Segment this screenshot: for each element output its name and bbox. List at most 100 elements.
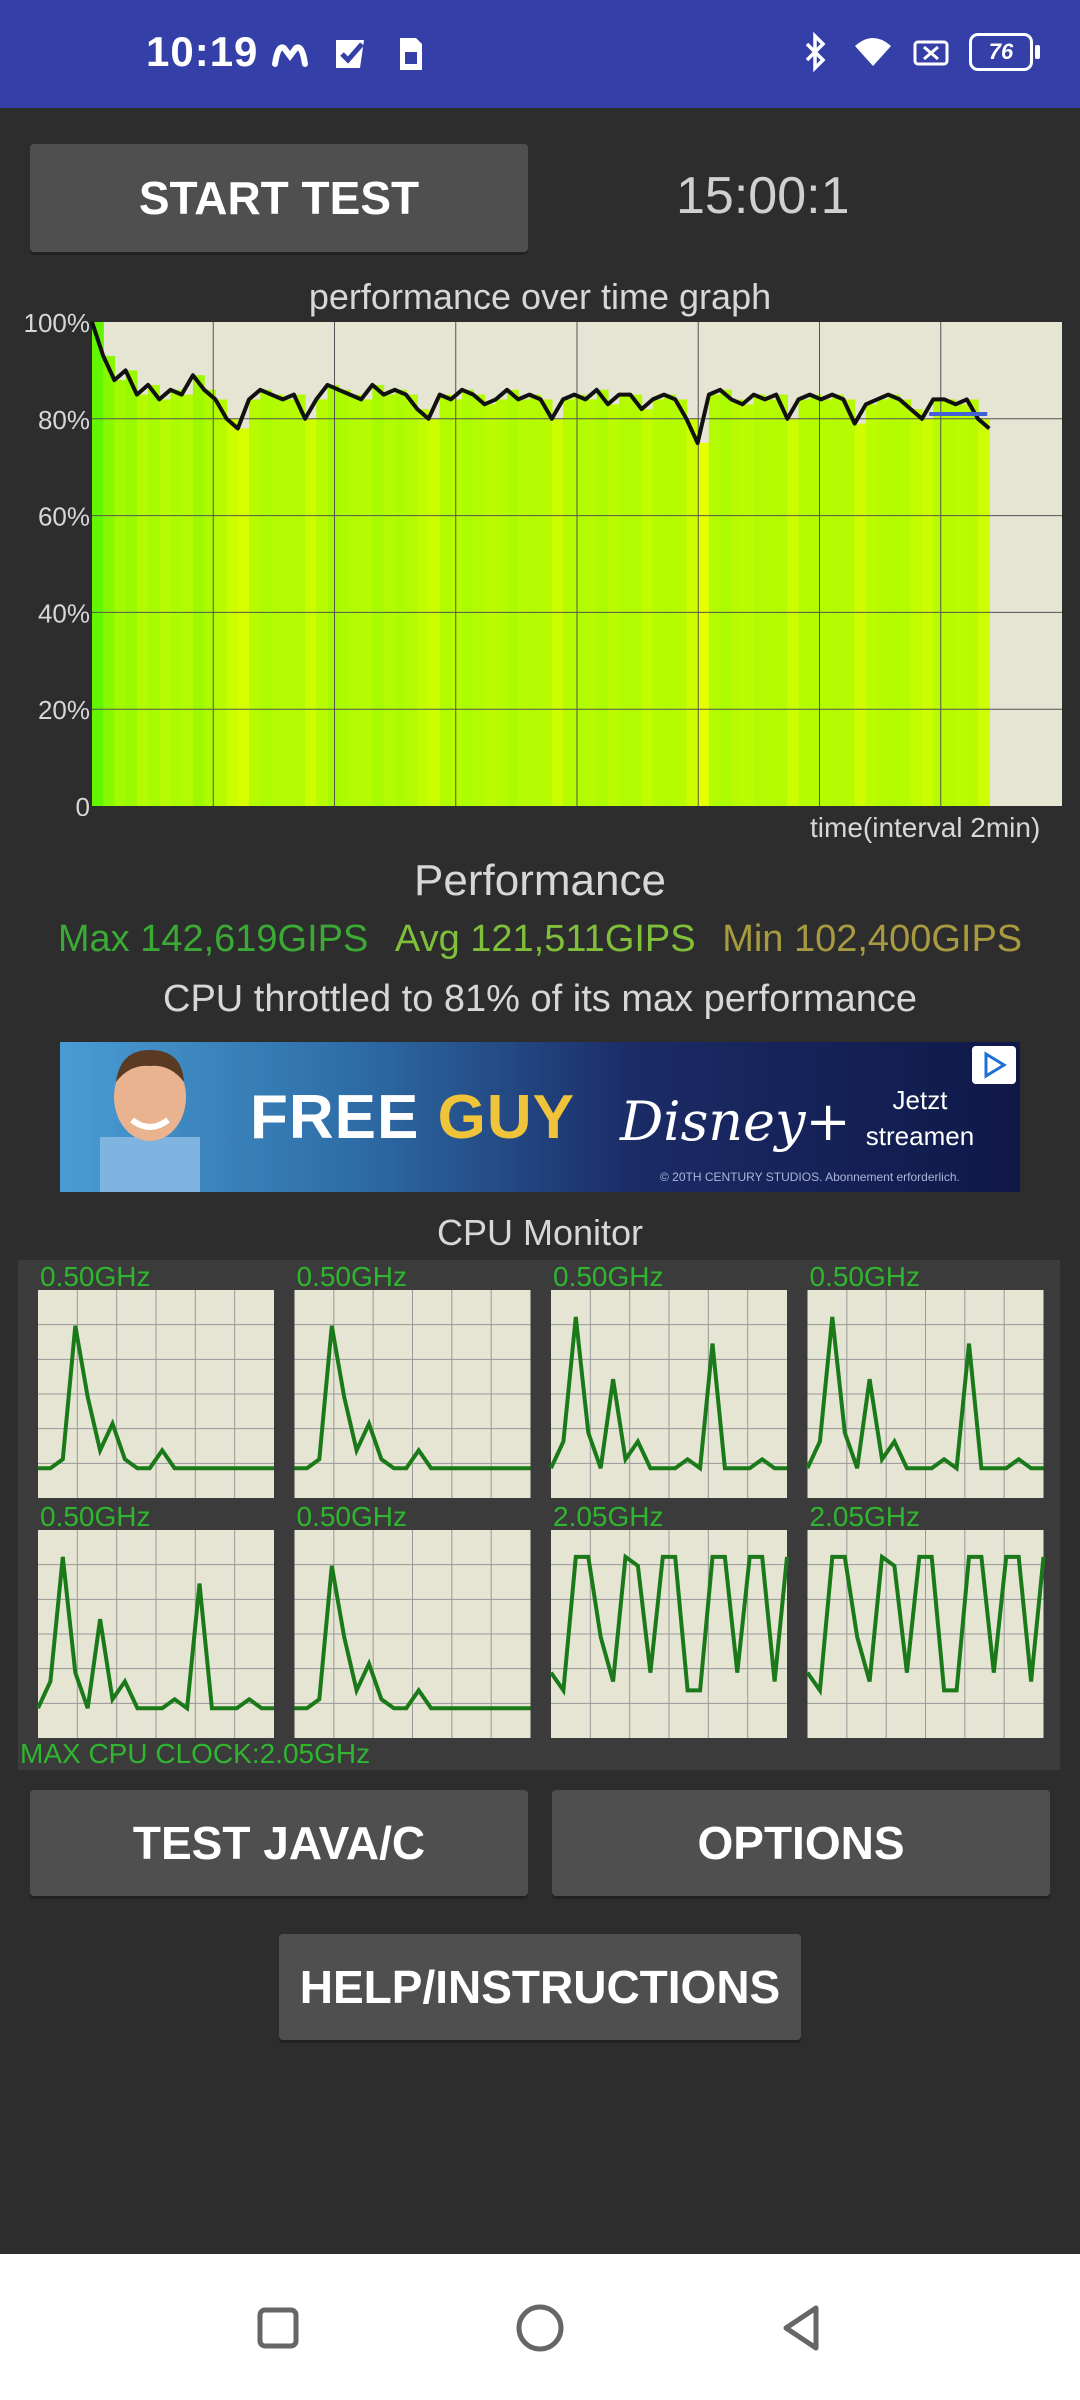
performance-bar [540,399,553,806]
performance-bar [103,355,116,806]
max-gips: Max 142,619GIPS [57,918,369,960]
performance-bar [910,409,923,806]
ad-headline: FREE GUY [250,1083,575,1152]
performance-bar [271,394,284,806]
ad-banner[interactable]: FREE GUY Disney+ Jetzt streamen © 20TH C… [60,1042,1020,1192]
check-flag-icon [336,40,364,68]
ad-fine-print: © 20TH CENTURY STUDIOS. Abonnement erfor… [660,1170,960,1184]
performance-bar [215,399,228,806]
performance-bar [574,394,587,806]
graph-time-label: time(interval 2min) [810,812,1041,843]
status-bar: 10:19 76 [0,0,1080,108]
y-tick-label: 60% [38,502,90,532]
performance-bar [596,389,609,806]
y-tick-label: 80% [38,405,90,435]
performance-bar [349,394,362,806]
performance-bar [697,443,710,806]
performance-bar [237,428,250,806]
adchoices-icon[interactable] [972,1046,1016,1084]
performance-bar [394,389,407,806]
performance-bar [753,394,766,806]
performance-bar [607,404,620,806]
no-sim-icon [913,40,949,66]
performance-bar [652,399,665,806]
performance-bar [439,394,452,806]
wifi-icon [855,38,891,66]
performance-bar [563,399,575,806]
battery-indicator: 76 [969,33,1040,71]
core-frequency: 2.05GHz [810,1501,921,1532]
performance-bar [114,380,127,806]
performance-bar [495,399,508,806]
performance-bar [731,399,744,806]
performance-bar [776,394,788,806]
throttle-text: CPU throttled to 81% of its max performa… [163,978,917,1020]
core-frequency: 0.50GHz [810,1261,921,1292]
test-java-c-button[interactable]: TEST JAVA/C [30,1790,528,1896]
performance-bar [327,384,340,806]
recent-apps-icon[interactable] [248,2298,308,2358]
performance-bar [742,404,755,806]
performance-bar [406,394,418,806]
performance-bar [764,399,777,806]
performance-bar [249,399,261,806]
performance-bar [417,409,430,806]
performance-bar [664,394,676,806]
start-test-button[interactable]: START TEST [30,144,528,252]
cpu-monitor-title: CPU Monitor [436,1212,644,1253]
performance-bar [720,389,732,806]
y-tick-label: 20% [38,695,90,725]
performance-bar [450,399,463,806]
performance-bar [282,399,295,806]
performance-bar [529,394,542,806]
performance-bar [260,389,273,806]
performance-bar [966,399,979,806]
performance-bar [933,399,945,806]
performance-bar [372,384,385,806]
ad-cta[interactable]: Jetzt streamen [850,1082,990,1154]
performance-bar [338,389,351,806]
notification-icons [270,34,430,74]
performance-title: Performance [414,856,666,905]
performance-bar [484,404,497,806]
performance-bar [585,399,598,806]
performance-bar [854,423,867,806]
back-icon[interactable] [772,2298,832,2358]
home-icon[interactable] [510,2298,570,2358]
sim-card-icon [400,38,422,70]
performance-bar [473,394,486,806]
performance-bar [159,399,172,806]
core-frequency: 0.50GHz [297,1501,408,1532]
performance-bar [899,399,912,806]
options-button[interactable]: OPTIONS [552,1790,1050,1896]
help-instructions-button[interactable]: HELP/INSTRUCTIONS [279,1934,801,2040]
performance-bar [462,389,474,806]
test-timer: 15:00:1 [676,167,850,225]
core-frequency: 2.05GHz [553,1501,664,1532]
performance-bar [619,394,631,806]
y-tick-label: 40% [38,598,90,628]
bluetooth-icon [805,32,826,72]
y-tick-label: 100% [24,308,91,338]
performance-bar [293,394,306,806]
performance-stats: Max 142,619GIPS Avg 121,511GIPS Min 102,… [0,918,1080,961]
actor-image [100,1050,200,1192]
performance-bar [148,384,160,806]
cpu-monitor-panel: 0.50GHz 0.50GHz 0.50GHz 0.50GHz 0.50GHz 0.50G… [18,1260,1060,1770]
core-frequency: 0.50GHz [40,1261,151,1292]
performance-bar [204,389,216,806]
performance-bar [518,399,531,806]
performance-bar [888,394,901,806]
status-time: 10:19 [146,28,259,75]
performance-bar [641,409,654,806]
battery-tip [1035,45,1040,59]
performance-bar [675,399,688,806]
performance-bar [383,394,396,806]
core-frequency: 0.50GHz [297,1261,408,1292]
max-cpu-clock: MAX CPU CLOCK:2.05GHz [20,1738,371,1769]
performance-bar [316,399,329,806]
core-frequency: 0.50GHz [553,1261,664,1292]
avg-gips: Avg 121,511GIPS [394,918,696,960]
performance-bar [181,394,194,806]
performance-bar [192,375,205,806]
